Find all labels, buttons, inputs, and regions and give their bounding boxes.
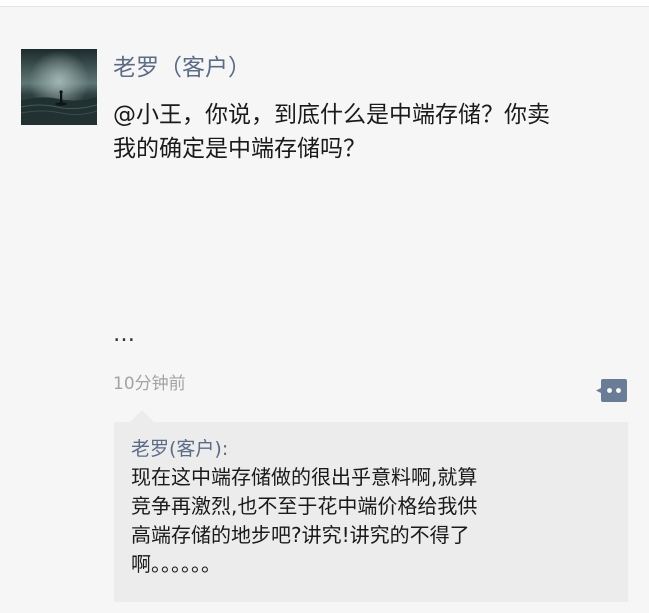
post-timestamp: 10分钟前 — [113, 374, 186, 394]
avatar[interactable] — [21, 49, 97, 125]
comment-text-line: 现在这中端存储做的很出乎意料啊,就算 — [131, 465, 478, 489]
post-text-line: @小王，你说，到底什么是中端存储？你卖 — [113, 102, 550, 128]
comment-text-line: 竞争再激烈,也不至于花中端价格给我供 — [131, 494, 478, 518]
avatar-image — [21, 49, 97, 125]
comment-box-arrow — [130, 410, 154, 422]
post-author-name[interactable]: 老罗（客户） — [113, 53, 251, 83]
comment-bubble-icon — [596, 379, 627, 402]
top-divider — [0, 0, 649, 7]
comment-author-name[interactable]: 老罗(客户): — [131, 437, 228, 461]
truncated-ellipsis: … — [113, 322, 136, 347]
comment-text[interactable]: 现在这中端存储做的很出乎意料啊,就算 竞争再激烈,也不至于花中端价格给我供 高端… — [131, 463, 621, 579]
comment-action-button[interactable] — [595, 378, 627, 403]
post-text-line: 我的确定是中端存储吗？ — [113, 136, 366, 162]
comment-text-line: 啊。。。。。。 — [131, 552, 221, 576]
comment-text-line: 高端存储的地步吧?讲究!讲究的不得了 — [131, 523, 470, 547]
moments-post: 老罗（客户） @小王，你说，到底什么是中端存储？你卖 我的确定是中端存储吗？ …… — [0, 0, 649, 613]
post-text: @小王，你说，到底什么是中端存储？你卖 我的确定是中端存储吗？ — [113, 98, 633, 166]
